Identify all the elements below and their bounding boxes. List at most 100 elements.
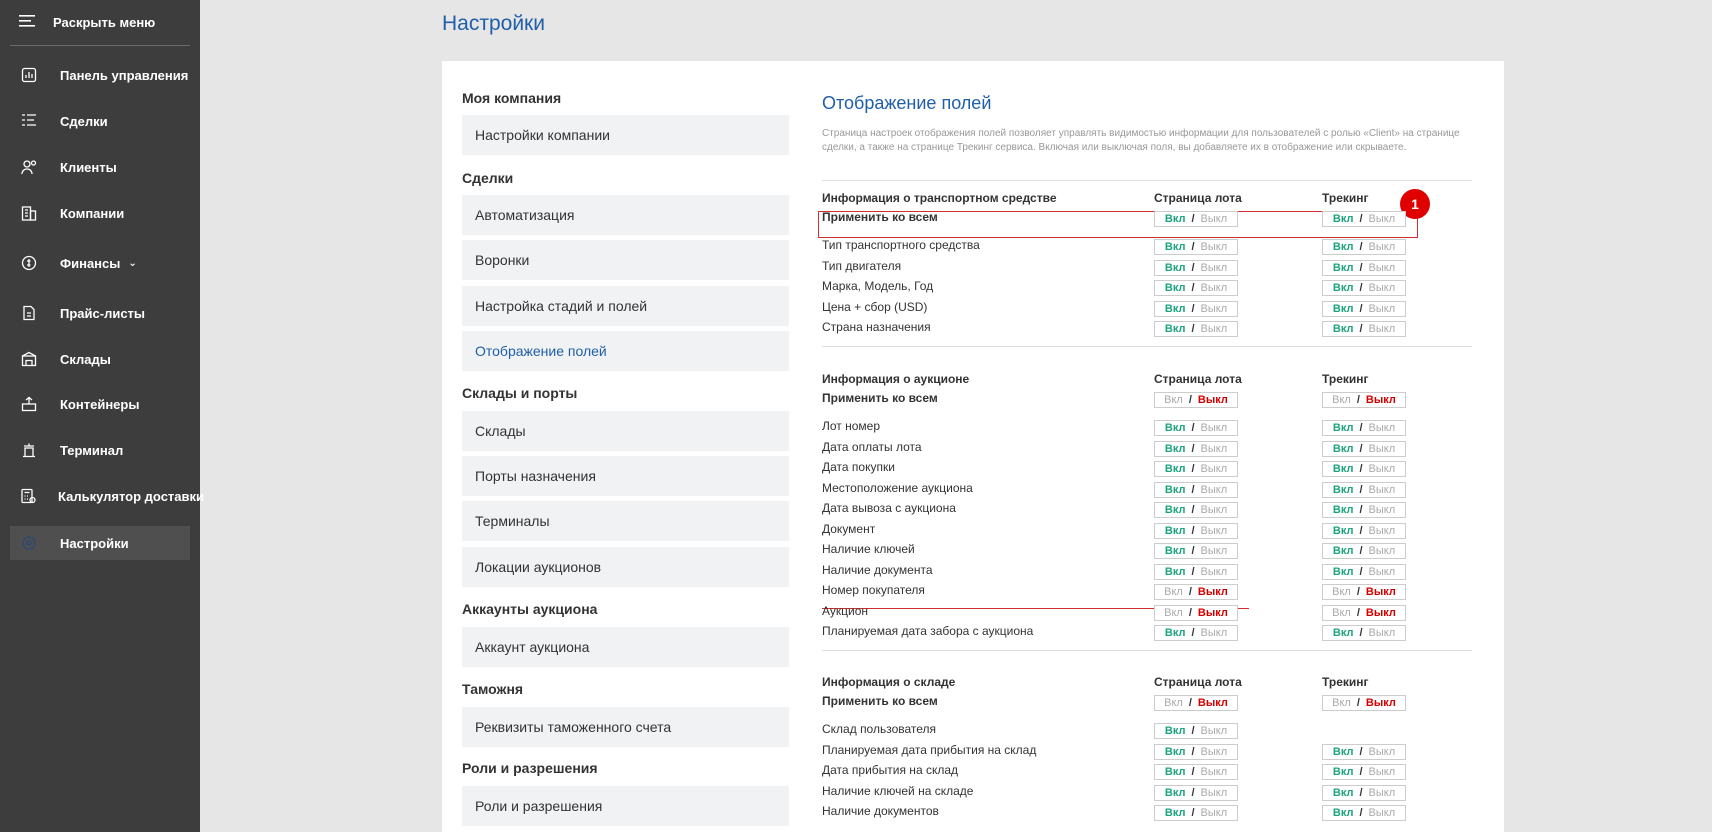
nav-item-customs[interactable]: Реквизиты таможенного счета	[462, 707, 789, 747]
field-lot-toggle[interactable]: Вкл / Выкл	[1154, 441, 1238, 457]
toggle-on-label[interactable]: Вкл	[1165, 323, 1186, 335]
toggle-on-label[interactable]: Вкл	[1165, 766, 1186, 778]
field-tracking-toggle[interactable]: Вкл / Выкл	[1322, 805, 1406, 821]
toggle-on-label[interactable]: Вкл	[1165, 303, 1186, 315]
toggle-on-label[interactable]: Вкл	[1333, 807, 1354, 819]
toggle-off-label[interactable]: Выкл	[1369, 484, 1396, 496]
field-lot-toggle[interactable]: Вкл / Выкл	[1154, 584, 1238, 600]
toggle-off-label[interactable]: Выкл	[1201, 422, 1228, 434]
toggle-on-label[interactable]: Вкл	[1164, 394, 1183, 406]
field-tracking-toggle[interactable]: Вкл / Выкл	[1322, 744, 1406, 760]
toggle-off-label[interactable]: Выкл	[1201, 323, 1228, 335]
toggle-off-label[interactable]: Выкл	[1198, 607, 1228, 619]
field-lot-toggle[interactable]: Вкл / Выкл	[1154, 260, 1238, 276]
toggle-off-label[interactable]: Выкл	[1201, 484, 1228, 496]
toggle-off-label[interactable]: Выкл	[1201, 787, 1228, 799]
toggle-off-label[interactable]: Выкл	[1201, 504, 1228, 516]
field-lot-toggle[interactable]: Вкл / Выкл	[1154, 785, 1238, 801]
field-lot-toggle[interactable]: Вкл / Выкл	[1154, 280, 1238, 296]
toggle-off-label[interactable]: Выкл	[1201, 627, 1228, 639]
toggle-on-label[interactable]: Вкл	[1333, 504, 1354, 516]
toggle-off-label[interactable]: Выкл	[1369, 807, 1396, 819]
field-lot-toggle[interactable]: Вкл / Выкл	[1154, 420, 1238, 436]
sidebar-item-containers[interactable]: Контейнеры	[10, 387, 190, 421]
sidebar-item-price-lists[interactable]: Прайс-листы	[10, 296, 190, 330]
toggle-on-label[interactable]: Вкл	[1332, 697, 1351, 709]
toggle-on-label[interactable]: Вкл	[1333, 484, 1354, 496]
toggle-on-label[interactable]: Вкл	[1165, 627, 1186, 639]
field-lot-toggle[interactable]: Вкл / Выкл	[1154, 502, 1238, 518]
toggle-off-label[interactable]: Выкл	[1369, 323, 1396, 335]
field-tracking-toggle[interactable]: Вкл / Выкл	[1322, 543, 1406, 559]
field-lot-toggle[interactable]: Вкл / Выкл	[1154, 321, 1238, 337]
toggle-off-label[interactable]: Выкл	[1369, 422, 1396, 434]
toggle-off-label[interactable]: Выкл	[1366, 586, 1396, 598]
field-tracking-toggle[interactable]: Вкл / Выкл	[1322, 441, 1406, 457]
toggle-off-label[interactable]: Выкл	[1201, 525, 1228, 537]
toggle-on-label[interactable]: Вкл	[1333, 566, 1354, 578]
field-tracking-toggle[interactable]: Вкл / Выкл	[1322, 584, 1406, 600]
toggle-on-label[interactable]: Вкл	[1333, 766, 1354, 778]
toggle-off-label[interactable]: Выкл	[1201, 262, 1228, 274]
toggle-on-label[interactable]: Вкл	[1333, 422, 1354, 434]
toggle-off-label[interactable]: Выкл	[1369, 463, 1396, 475]
field-lot-toggle[interactable]: Вкл / Выкл	[1154, 523, 1238, 539]
field-lot-toggle[interactable]: Вкл / Выкл	[1154, 564, 1238, 580]
field-lot-toggle[interactable]: Вкл / Выкл	[1154, 301, 1238, 317]
field-lot-toggle[interactable]: Вкл / Выкл	[1154, 723, 1238, 739]
toggle-on-label[interactable]: Вкл	[1164, 607, 1183, 619]
toggle-on-label[interactable]: Вкл	[1165, 241, 1186, 253]
toggle-on-label[interactable]: Вкл	[1165, 282, 1186, 294]
toggle-off-label[interactable]: Выкл	[1201, 282, 1228, 294]
nav-item-auction-locations[interactable]: Локации аукционов	[462, 547, 789, 587]
toggle-on-label[interactable]: Вкл	[1333, 746, 1354, 758]
toggle-off-label[interactable]: Выкл	[1369, 303, 1396, 315]
sidebar-item-companies[interactable]: Компании	[10, 196, 190, 230]
nav-item-funnels[interactable]: Воронки	[462, 240, 789, 280]
toggle-on-label[interactable]: Вкл	[1332, 607, 1351, 619]
toggle-on-label[interactable]: Вкл	[1165, 525, 1186, 537]
toggle-off-label[interactable]: Выкл	[1369, 241, 1396, 253]
toggle-off-label[interactable]: Выкл	[1369, 262, 1396, 274]
toggle-off-label[interactable]: Выкл	[1201, 807, 1228, 819]
apply-all-tracking-toggle[interactable]: Вкл / Выкл	[1322, 695, 1406, 711]
toggle-on-label[interactable]: Вкл	[1165, 545, 1186, 557]
toggle-on-label[interactable]: Вкл	[1164, 586, 1183, 598]
toggle-on-label[interactable]: Вкл	[1333, 627, 1354, 639]
field-tracking-toggle[interactable]: Вкл / Выкл	[1322, 564, 1406, 580]
field-tracking-toggle[interactable]: Вкл / Выкл	[1322, 764, 1406, 780]
nav-item-roles[interactable]: Роли и разрешения	[462, 786, 789, 826]
toggle-on-label[interactable]: Вкл	[1332, 586, 1351, 598]
toggle-off-label[interactable]: Выкл	[1201, 443, 1228, 455]
toggle-off-label[interactable]: Выкл	[1369, 443, 1396, 455]
toggle-off-label[interactable]: Выкл	[1369, 787, 1396, 799]
sidebar-item-settings[interactable]: Настройки	[10, 526, 190, 560]
toggle-on-label[interactable]: Вкл	[1165, 746, 1186, 758]
toggle-on-label[interactable]: Вкл	[1333, 323, 1354, 335]
toggle-off-label[interactable]: Выкл	[1201, 213, 1228, 225]
field-tracking-toggle[interactable]: Вкл / Выкл	[1322, 321, 1406, 337]
sidebar-item-warehouses[interactable]: Склады	[10, 342, 190, 376]
toggle-off-label[interactable]: Выкл	[1369, 282, 1396, 294]
toggle-off-label[interactable]: Выкл	[1201, 545, 1228, 557]
toggle-off-label[interactable]: Выкл	[1201, 566, 1228, 578]
toggle-on-label[interactable]: Вкл	[1165, 443, 1186, 455]
toggle-on-label[interactable]: Вкл	[1333, 282, 1354, 294]
toggle-on-label[interactable]: Вкл	[1165, 213, 1186, 225]
toggle-on-label[interactable]: Вкл	[1332, 394, 1351, 406]
toggle-on-label[interactable]: Вкл	[1165, 566, 1186, 578]
toggle-on-label[interactable]: Вкл	[1165, 422, 1186, 434]
toggle-off-label[interactable]: Выкл	[1198, 394, 1228, 406]
sidebar-item-clients[interactable]: Клиенты	[10, 150, 190, 184]
toggle-off-label[interactable]: Выкл	[1366, 607, 1396, 619]
nav-item-automation[interactable]: Автоматизация	[462, 195, 789, 235]
toggle-on-label[interactable]: Вкл	[1165, 484, 1186, 496]
toggle-on-label[interactable]: Вкл	[1333, 525, 1354, 537]
sidebar-item-terminal[interactable]: Терминал	[10, 433, 190, 467]
toggle-on-label[interactable]: Вкл	[1333, 213, 1354, 225]
field-tracking-toggle[interactable]: Вкл / Выкл	[1322, 625, 1406, 641]
toggle-off-label[interactable]: Выкл	[1201, 725, 1228, 737]
sidebar-item-calculator[interactable]: Калькулятор доставки	[10, 479, 204, 513]
toggle-off-label[interactable]: Выкл	[1198, 586, 1228, 598]
toggle-off-label[interactable]: Выкл	[1366, 697, 1396, 709]
